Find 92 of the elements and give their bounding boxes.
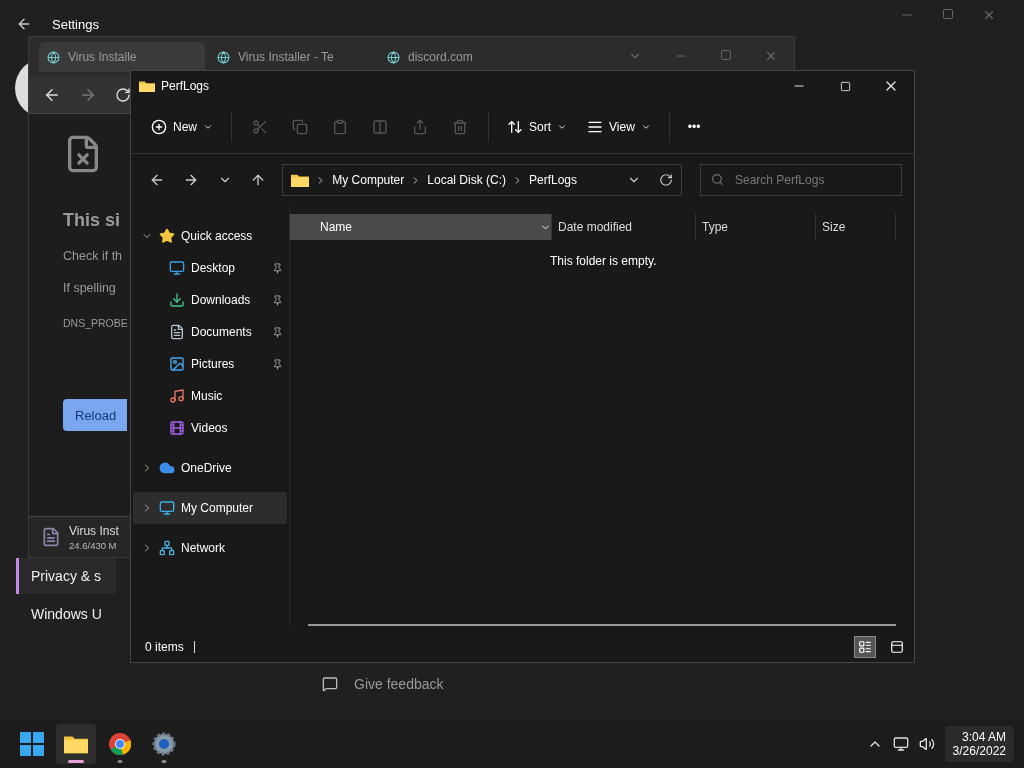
- reload-button[interactable]: Reload: [63, 399, 127, 431]
- cloud-icon: [159, 460, 175, 476]
- copy-icon: [292, 119, 308, 135]
- network-icon[interactable]: [892, 736, 909, 752]
- folder-icon: [64, 734, 88, 754]
- address-bar[interactable]: My Computer Local Disk (C:) PerfLogs: [282, 164, 682, 196]
- clock[interactable]: 3:04 AM 3/26/2022: [944, 726, 1014, 762]
- tree-item[interactable]: Music: [133, 380, 287, 412]
- sort-icon: [507, 119, 523, 135]
- nav-item[interactable]: Privacy & s: [16, 558, 116, 594]
- error-heading: This si: [63, 210, 120, 231]
- folder-icon: [291, 172, 310, 188]
- column-header[interactable]: Name: [290, 214, 552, 240]
- caret-icon: [203, 122, 213, 132]
- back-icon: [149, 172, 165, 188]
- clipboard-icon: [332, 119, 348, 135]
- maximize-icon: [942, 8, 954, 20]
- browser-tab[interactable]: discord.com: [379, 42, 545, 72]
- globe-icon: [47, 50, 60, 64]
- caret-icon: [640, 122, 651, 132]
- tree-item[interactable]: Documents: [133, 316, 287, 348]
- tree-item[interactable]: Quick access: [133, 220, 287, 252]
- window-title: PerfLogs: [161, 79, 211, 93]
- star-icon: [159, 228, 175, 244]
- forward-icon: [79, 86, 97, 104]
- globe-icon: [217, 50, 230, 64]
- document-icon: [169, 324, 185, 340]
- breadcrumb[interactable]: Local Disk (C:): [427, 173, 506, 187]
- download-icon: [169, 292, 185, 308]
- monitor-icon: [159, 500, 175, 516]
- empty-message: This folder is empty.: [550, 254, 657, 268]
- tree-item[interactable]: Network: [133, 532, 287, 564]
- download-name: Virus Inst: [69, 523, 119, 538]
- rename-icon: [372, 119, 388, 135]
- music-icon: [169, 388, 185, 404]
- network-icon: [159, 540, 175, 556]
- lines-icon: [587, 119, 604, 135]
- refresh-icon: [659, 173, 673, 187]
- details-icon: [858, 640, 872, 654]
- video-icon: [169, 420, 185, 436]
- feedback-icon: [322, 676, 338, 692]
- window-title: Settings: [52, 16, 99, 32]
- details-view-button[interactable]: [854, 636, 876, 658]
- close-icon: [764, 49, 778, 63]
- column-header[interactable]: Date modified: [552, 214, 696, 240]
- maximize-icon: [720, 49, 732, 61]
- column-header[interactable]: Size: [816, 214, 896, 240]
- tree-item[interactable]: Pictures: [133, 348, 287, 380]
- picture-icon: [169, 356, 185, 372]
- maximize-icon: [839, 80, 851, 92]
- back-icon: [16, 16, 32, 32]
- breadcrumb[interactable]: PerfLogs: [529, 173, 577, 187]
- browser-tab[interactable]: Virus Installer - Te: [209, 42, 375, 72]
- reload-icon: [115, 87, 131, 103]
- taskbar-app[interactable]: [56, 724, 96, 764]
- sort-button[interactable]: Sort: [499, 110, 576, 144]
- volume-icon[interactable]: [918, 736, 935, 752]
- close-icon: [982, 8, 996, 22]
- tiles-icon: [890, 640, 904, 654]
- browser-tab[interactable]: Virus Installe: [39, 42, 205, 72]
- feedback-link[interactable]: Give feedback: [354, 676, 444, 692]
- error-text: Check if th: [63, 249, 123, 263]
- error-text: If spelling: [63, 281, 116, 295]
- column-header[interactable]: Type: [696, 214, 816, 240]
- status-text: 0 items: [145, 640, 184, 654]
- tree-item[interactable]: Videos: [133, 412, 287, 444]
- breadcrumb[interactable]: My Computer: [332, 173, 405, 187]
- scissors-icon: [252, 119, 268, 135]
- tree-item[interactable]: My Computer: [133, 492, 287, 524]
- forward-icon: [183, 172, 199, 188]
- start-icon: [20, 732, 44, 756]
- tree-item[interactable]: Downloads: [133, 284, 287, 316]
- error-code: DNS_PROBE: [63, 317, 128, 329]
- gear-icon: [152, 732, 176, 756]
- nav-item[interactable]: Windows U: [16, 596, 116, 632]
- search-field[interactable]: Search PerfLogs: [700, 164, 902, 196]
- share-icon: [412, 119, 428, 135]
- search-icon: [711, 173, 724, 186]
- tree-item[interactable]: OneDrive: [133, 452, 287, 484]
- caret-icon: [557, 122, 568, 132]
- more-button[interactable]: •••: [679, 110, 709, 144]
- folder-icon: [139, 79, 155, 93]
- back-icon: [43, 86, 61, 104]
- trash-icon: [452, 119, 468, 135]
- tree-item[interactable]: Desktop: [133, 252, 287, 284]
- plus-icon: [151, 119, 167, 135]
- view-button[interactable]: View: [579, 110, 659, 144]
- globe-icon: [387, 50, 400, 64]
- new-button[interactable]: New: [143, 110, 221, 144]
- file-icon: [41, 527, 61, 547]
- browser-icon: [109, 733, 131, 755]
- desktop-icon: [169, 260, 185, 276]
